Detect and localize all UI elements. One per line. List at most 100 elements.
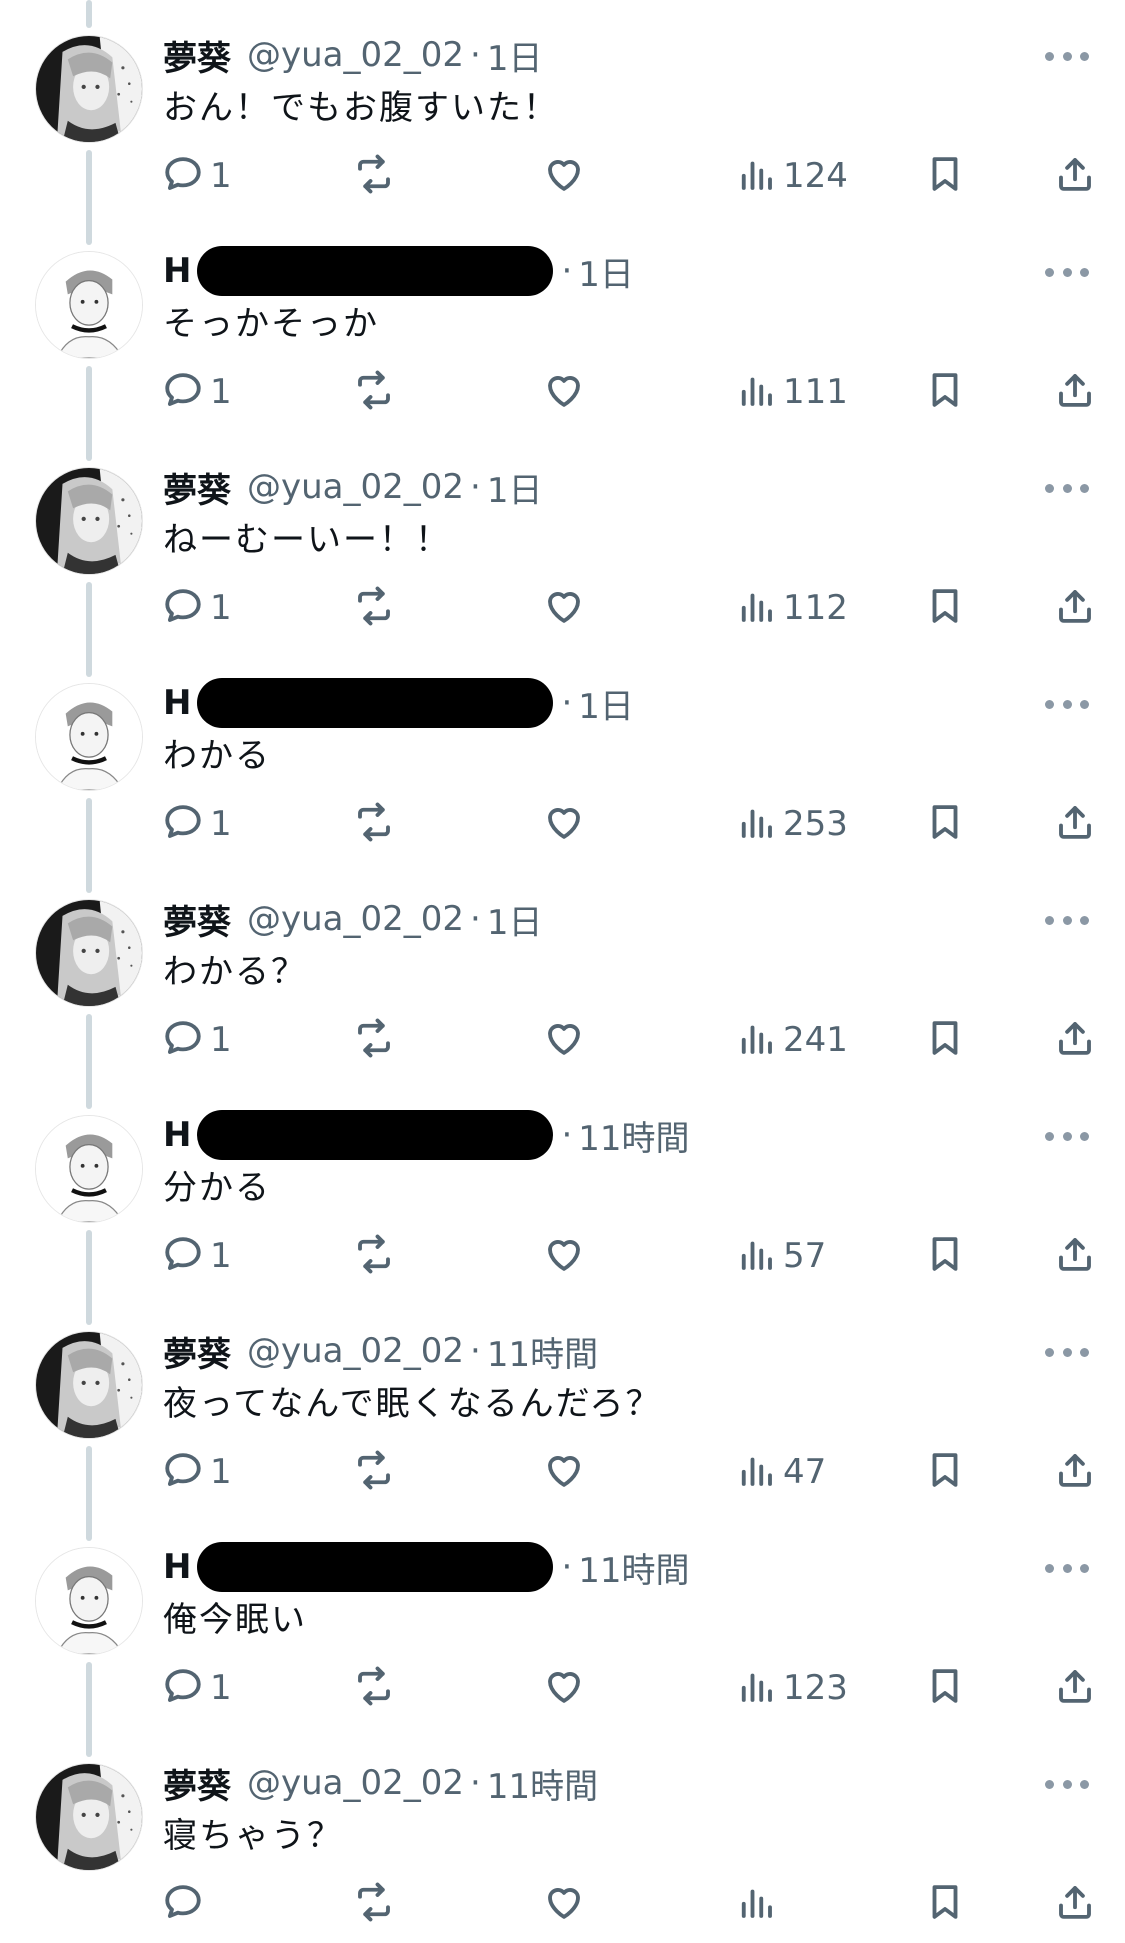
tweet-row[interactable]: 夢葵 @yua_02_02 · 1日 ねーむーいー！！ 1 112 bbox=[0, 432, 1125, 677]
share-button[interactable] bbox=[1054, 582, 1096, 634]
share-button[interactable] bbox=[1054, 1662, 1096, 1714]
views-button[interactable] bbox=[735, 1878, 783, 1930]
user-handle[interactable]: @yua_02_02 bbox=[247, 899, 464, 939]
retweet-button[interactable] bbox=[353, 366, 395, 418]
avatar[interactable] bbox=[36, 1332, 142, 1438]
like-button[interactable] bbox=[543, 366, 585, 418]
retweet-button[interactable] bbox=[353, 1014, 395, 1066]
retweet-button[interactable] bbox=[353, 1446, 395, 1498]
views-button[interactable]: 111 bbox=[735, 366, 848, 418]
share-button[interactable] bbox=[1054, 1878, 1096, 1930]
share-button[interactable] bbox=[1054, 150, 1096, 202]
share-button[interactable] bbox=[1054, 1230, 1096, 1282]
tweet-row[interactable]: 夢葵 @yua_02_02 · 1日 わかる？ 1 241 bbox=[0, 864, 1125, 1109]
retweet-button[interactable] bbox=[353, 582, 395, 634]
display-name[interactable]: H bbox=[163, 1115, 191, 1155]
reply-button[interactable]: 1 bbox=[162, 1446, 232, 1498]
display-name[interactable]: 夢葵 bbox=[163, 1327, 231, 1376]
like-button[interactable] bbox=[543, 582, 585, 634]
avatar[interactable] bbox=[36, 900, 142, 1006]
more-options-icon[interactable] bbox=[1045, 1332, 1089, 1372]
bookmark-button[interactable] bbox=[924, 150, 966, 202]
reply-button[interactable]: 1 bbox=[162, 582, 232, 634]
reply-button[interactable]: 1 bbox=[162, 150, 232, 202]
timestamp[interactable]: 1日 bbox=[487, 463, 543, 512]
retweet-button[interactable] bbox=[353, 1662, 395, 1714]
bookmark-button[interactable] bbox=[924, 582, 966, 634]
tweet-row[interactable]: 夢葵 @yua_02_02 · 11時間 寝ちゃう？ bbox=[0, 1728, 1125, 1943]
timestamp[interactable]: 1日 bbox=[578, 679, 634, 728]
timestamp[interactable]: 1日 bbox=[487, 31, 543, 80]
retweet-button[interactable] bbox=[353, 150, 395, 202]
reply-button[interactable]: 1 bbox=[162, 798, 232, 850]
bookmark-button[interactable] bbox=[924, 1878, 966, 1930]
display-name[interactable]: 夢葵 bbox=[163, 1759, 231, 1808]
like-button[interactable] bbox=[543, 1446, 585, 1498]
more-options-icon[interactable] bbox=[1045, 1548, 1089, 1588]
views-button[interactable]: 47 bbox=[735, 1446, 826, 1498]
tweet-row[interactable]: H · 1日 わかる 1 253 bbox=[0, 648, 1125, 893]
like-button[interactable] bbox=[543, 1230, 585, 1282]
reply-button[interactable] bbox=[162, 1878, 210, 1930]
tweet-row[interactable]: 夢葵 @yua_02_02 · 1日 おん！でもお腹すいた！ 1 124 bbox=[0, 0, 1125, 245]
avatar[interactable] bbox=[36, 36, 142, 142]
like-button[interactable] bbox=[543, 798, 585, 850]
timestamp[interactable]: 11時間 bbox=[487, 1327, 598, 1376]
retweet-button[interactable] bbox=[353, 1878, 395, 1930]
share-button[interactable] bbox=[1054, 798, 1096, 850]
like-button[interactable] bbox=[543, 1878, 585, 1930]
retweet-button[interactable] bbox=[353, 1230, 395, 1282]
timestamp[interactable]: 1日 bbox=[487, 895, 543, 944]
display-name[interactable]: 夢葵 bbox=[163, 31, 231, 80]
bookmark-button[interactable] bbox=[924, 366, 966, 418]
more-options-icon[interactable] bbox=[1045, 1116, 1089, 1156]
more-options-icon[interactable] bbox=[1045, 684, 1089, 724]
retweet-button[interactable] bbox=[353, 798, 395, 850]
avatar[interactable] bbox=[36, 1548, 142, 1654]
views-button[interactable]: 112 bbox=[735, 582, 848, 634]
views-button[interactable]: 253 bbox=[735, 798, 848, 850]
reply-button[interactable]: 1 bbox=[162, 1014, 232, 1066]
display-name[interactable]: H bbox=[163, 683, 191, 723]
avatar[interactable] bbox=[36, 468, 142, 574]
display-name[interactable]: H bbox=[163, 251, 191, 291]
tweet-row[interactable]: 夢葵 @yua_02_02 · 11時間 夜ってなんで眠くなるんだろ？ 1 47 bbox=[0, 1296, 1125, 1541]
timestamp[interactable]: 11時間 bbox=[487, 1759, 598, 1808]
bookmark-button[interactable] bbox=[924, 1230, 966, 1282]
bookmark-button[interactable] bbox=[924, 1014, 966, 1066]
like-button[interactable] bbox=[543, 150, 585, 202]
avatar[interactable] bbox=[36, 252, 142, 358]
user-handle[interactable]: @yua_02_02 bbox=[247, 1331, 464, 1371]
like-button[interactable] bbox=[543, 1014, 585, 1066]
avatar[interactable] bbox=[36, 1116, 142, 1222]
bookmark-button[interactable] bbox=[924, 798, 966, 850]
display-name[interactable]: 夢葵 bbox=[163, 895, 231, 944]
share-button[interactable] bbox=[1054, 366, 1096, 418]
share-button[interactable] bbox=[1054, 1014, 1096, 1066]
views-button[interactable]: 124 bbox=[735, 150, 848, 202]
user-handle[interactable]: @yua_02_02 bbox=[247, 467, 464, 507]
timestamp[interactable]: 11時間 bbox=[578, 1111, 689, 1160]
user-handle[interactable]: @yua_02_02 bbox=[247, 1763, 464, 1803]
reply-button[interactable]: 1 bbox=[162, 366, 232, 418]
bookmark-button[interactable] bbox=[924, 1446, 966, 1498]
timestamp[interactable]: 1日 bbox=[578, 247, 634, 296]
reply-button[interactable]: 1 bbox=[162, 1662, 232, 1714]
avatar[interactable] bbox=[36, 1764, 142, 1870]
tweet-row[interactable]: H · 1日 そっかそっか 1 111 bbox=[0, 216, 1125, 461]
views-button[interactable]: 241 bbox=[735, 1014, 848, 1066]
reply-button[interactable]: 1 bbox=[162, 1230, 232, 1282]
more-options-icon[interactable] bbox=[1045, 36, 1089, 76]
views-button[interactable]: 57 bbox=[735, 1230, 826, 1282]
user-handle[interactable]: @yua_02_02 bbox=[247, 35, 464, 75]
tweet-row[interactable]: H · 11時間 俺今眠い 1 123 bbox=[0, 1512, 1125, 1757]
tweet-row[interactable]: H · 11時間 分かる 1 57 bbox=[0, 1080, 1125, 1325]
more-options-icon[interactable] bbox=[1045, 1764, 1089, 1804]
more-options-icon[interactable] bbox=[1045, 252, 1089, 292]
more-options-icon[interactable] bbox=[1045, 468, 1089, 508]
display-name[interactable]: H bbox=[163, 1547, 191, 1587]
like-button[interactable] bbox=[543, 1662, 585, 1714]
timestamp[interactable]: 11時間 bbox=[578, 1543, 689, 1592]
display-name[interactable]: 夢葵 bbox=[163, 463, 231, 512]
share-button[interactable] bbox=[1054, 1446, 1096, 1498]
